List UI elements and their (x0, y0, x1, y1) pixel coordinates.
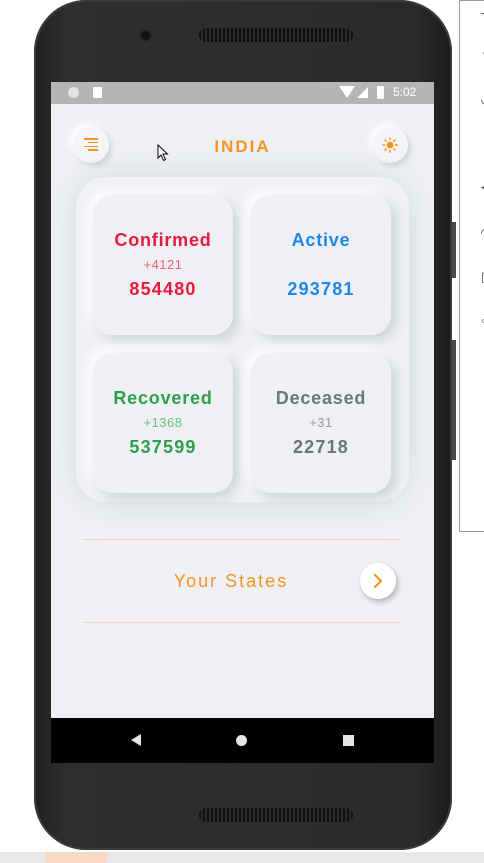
confirmed-card[interactable]: Confirmed +4121 854480 (93, 195, 233, 335)
taskbar-accent (46, 852, 107, 863)
phone-screen: 5:02 INDIA Confirmed +4121 854480 Active… (51, 82, 434, 763)
sd-card-icon (93, 87, 102, 98)
top-speaker (199, 28, 353, 42)
recovered-delta: +1368 (143, 415, 183, 430)
active-value: 293781 (287, 279, 355, 299)
theme-toggle-button[interactable] (372, 127, 408, 163)
wifi-icon (339, 86, 355, 98)
confirmed-delta: +4121 (143, 257, 183, 272)
your-states-label[interactable]: Your States (51, 571, 411, 592)
your-states-button[interactable] (360, 563, 396, 599)
active-card[interactable]: Active 293781 (251, 195, 391, 335)
status-time: 5:02 (393, 85, 417, 99)
recents-icon[interactable] (343, 735, 354, 746)
power-button (452, 340, 456, 460)
divider-top (83, 539, 401, 540)
navigation-bar (51, 718, 434, 763)
recovered-card[interactable]: Recovered +1368 537599 (93, 353, 233, 493)
divider-bottom (83, 622, 401, 623)
deceased-value: 22718 (292, 437, 350, 457)
deceased-delta: +31 (309, 415, 333, 430)
notification-dot-icon (68, 87, 79, 98)
battery-icon (377, 86, 384, 99)
mouse-cursor-icon (157, 144, 169, 162)
active-label: Active (291, 230, 351, 250)
bottom-speaker (199, 808, 353, 822)
back-icon[interactable] (131, 734, 141, 746)
recovered-value: 537599 (129, 437, 197, 457)
chevron-right-icon (373, 573, 383, 589)
front-camera (141, 31, 150, 40)
cell-signal-icon (357, 87, 368, 98)
home-icon[interactable] (236, 735, 247, 746)
confirmed-value: 854480 (129, 279, 197, 299)
recovered-label: Recovered (113, 388, 213, 408)
deceased-label: Deceased (275, 388, 367, 408)
deceased-card[interactable]: Deceased +31 22718 (251, 353, 391, 493)
confirmed-label: Confirmed (114, 230, 212, 250)
status-bar: 5:02 (51, 82, 434, 104)
background-window: – ◖ ◟ ◂ ◜ ▯ ◦ (459, 0, 484, 532)
volume-button (452, 222, 456, 278)
sun-icon (382, 137, 398, 153)
